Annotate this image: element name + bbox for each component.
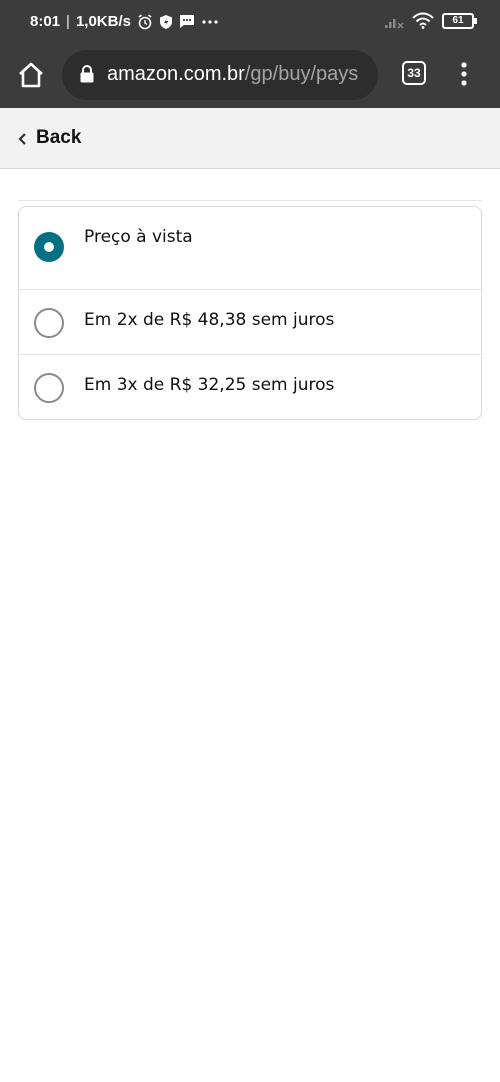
- battery-icon: 61: [442, 12, 477, 29]
- option-label: Preço à vista: [84, 227, 193, 247]
- payment-option-3x[interactable]: Em 3x de R$ 32,25 sem juros: [19, 354, 481, 419]
- url-text[interactable]: amazon.com.br/gp/buy/pays: [107, 63, 358, 86]
- url-domain: amazon.com.br: [107, 63, 245, 85]
- more-notifications-icon: [202, 19, 218, 24]
- alarm-icon: [138, 13, 152, 29]
- url-path: /gp/buy/pays: [244, 63, 359, 85]
- payment-option-2x[interactable]: Em 2x de R$ 48,38 sem juros: [19, 289, 481, 354]
- status-separator: |: [66, 13, 70, 30]
- message-icon: [179, 15, 194, 28]
- radio-selected[interactable]: [34, 232, 64, 262]
- option-label: Em 3x de R$ 32,25 sem juros: [84, 375, 335, 395]
- shield-icon: [159, 14, 172, 29]
- address-bar[interactable]: amazon.com.br/gp/buy/pays: [62, 50, 378, 100]
- wifi-icon: [412, 12, 434, 29]
- divider: [18, 200, 482, 201]
- signal-icon: [385, 18, 404, 29]
- radio-unselected[interactable]: [34, 308, 64, 338]
- option-label: Em 2x de R$ 48,38 sem juros: [84, 310, 335, 330]
- status-time: 8:01: [30, 13, 61, 30]
- status-bar: 8:01 | 1,0KB/s 61: [0, 0, 500, 44]
- lock-icon: [80, 65, 94, 83]
- chevron-left-icon: [18, 133, 26, 145]
- back-navigation[interactable]: Back: [0, 108, 500, 169]
- back-button[interactable]: Back: [36, 127, 81, 149]
- payment-options-list: Preço à vista Em 2x de R$ 48,38 sem juro…: [18, 206, 482, 420]
- home-icon[interactable]: [16, 60, 46, 90]
- radio-unselected[interactable]: [34, 373, 64, 403]
- payment-option-a-vista[interactable]: Preço à vista: [19, 207, 481, 289]
- status-left: 8:01 | 1,0KB/s: [30, 13, 219, 30]
- network-speed: 1,0KB/s: [75, 13, 131, 30]
- more-options-icon[interactable]: [454, 60, 474, 88]
- browser-toolbar: amazon.com.br/gp/buy/pays 33: [0, 44, 500, 108]
- status-right: 61: [384, 12, 477, 29]
- tab-switcher-button[interactable]: 33: [402, 61, 426, 85]
